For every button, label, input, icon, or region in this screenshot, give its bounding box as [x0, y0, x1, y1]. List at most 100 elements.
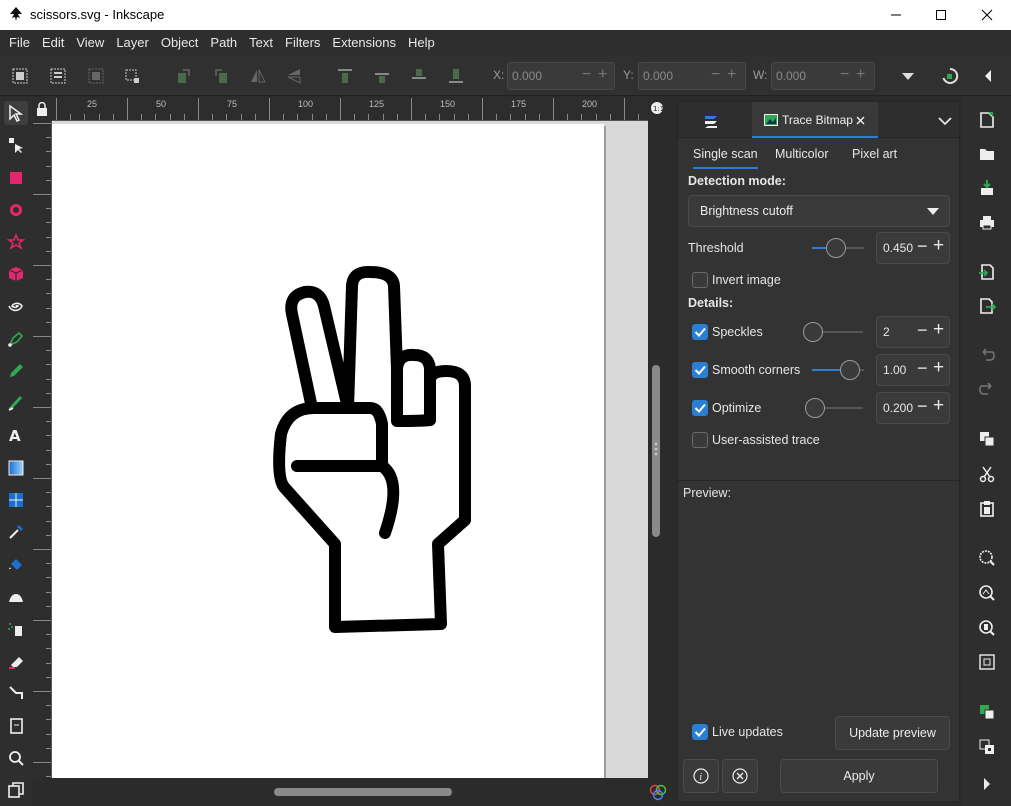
- rotate-cw-button[interactable]: [209, 64, 233, 88]
- x-decrement-icon[interactable]: −: [582, 66, 591, 84]
- maximize-button[interactable]: [918, 0, 964, 30]
- smooth-corners-spin[interactable]: 1.00 − +: [876, 354, 950, 386]
- apply-button[interactable]: Apply: [780, 759, 938, 793]
- w-increment-icon[interactable]: +: [856, 66, 865, 84]
- cut-button[interactable]: [976, 463, 998, 485]
- lower-to-bottom-button[interactable]: [444, 64, 468, 88]
- zoom-tool[interactable]: [4, 746, 28, 770]
- undo-button[interactable]: [976, 344, 998, 366]
- menu-extensions[interactable]: Extensions: [326, 30, 402, 56]
- menu-filters[interactable]: Filters: [279, 30, 326, 56]
- canvas[interactable]: [52, 121, 648, 778]
- import-button[interactable]: [976, 261, 998, 283]
- info-button[interactable]: i: [683, 759, 719, 793]
- invert-selection-button[interactable]: [84, 64, 108, 88]
- zoom-drawing-button[interactable]: [976, 582, 998, 604]
- y-decrement-icon[interactable]: −: [711, 66, 720, 84]
- threshold-spin[interactable]: 0.450 − +: [876, 232, 950, 264]
- spiral-tool[interactable]: [4, 294, 28, 318]
- smooth-corners-checkbox[interactable]: [692, 362, 708, 378]
- menu-layer[interactable]: Layer: [110, 30, 155, 56]
- gradient-tool[interactable]: [4, 456, 28, 480]
- zoom-page-width-button[interactable]: [976, 651, 998, 673]
- x-increment-icon[interactable]: +: [598, 66, 607, 84]
- color-management-icon[interactable]: [649, 783, 667, 801]
- tab-trace-bitmap[interactable]: Trace Bitmap: [752, 102, 878, 138]
- horizontal-scroll-thumb[interactable]: [274, 788, 452, 796]
- deselect-button[interactable]: [120, 64, 144, 88]
- close-tab-icon[interactable]: [856, 116, 865, 125]
- select-all-layers-button[interactable]: [46, 64, 70, 88]
- more-commands-button[interactable]: [976, 773, 998, 795]
- tab-multicolor[interactable]: Multicolor: [775, 147, 829, 167]
- zoom-selection-button[interactable]: [976, 547, 998, 569]
- increment-icon[interactable]: +: [933, 357, 944, 379]
- raise-button[interactable]: [370, 64, 394, 88]
- increment-icon[interactable]: +: [933, 319, 944, 341]
- speckles-spin[interactable]: 2 − +: [876, 316, 950, 348]
- menu-view[interactable]: View: [70, 30, 110, 56]
- more-controls-button[interactable]: [896, 64, 920, 88]
- snap-popover-button[interactable]: [976, 64, 1000, 88]
- connector-tool[interactable]: [4, 681, 28, 705]
- smooth-corners-slider[interactable]: [812, 358, 864, 382]
- 3d-box-tool[interactable]: [4, 262, 28, 286]
- vertical-scrollbar[interactable]: 1:1: [648, 97, 666, 778]
- measure-tool[interactable]: [4, 778, 28, 802]
- user-assisted-checkbox[interactable]: [692, 432, 708, 448]
- live-updates-checkbox[interactable]: [692, 724, 708, 740]
- cancel-button[interactable]: [722, 759, 758, 793]
- decrement-icon[interactable]: −: [917, 236, 928, 257]
- w-decrement-icon[interactable]: −: [840, 66, 849, 84]
- menu-text[interactable]: Text: [243, 30, 279, 56]
- optimize-spin[interactable]: 0.200 − +: [876, 392, 950, 424]
- flip-horizontal-button[interactable]: [246, 64, 270, 88]
- update-preview-button[interactable]: Update preview: [835, 716, 950, 750]
- tab-pixel-art[interactable]: Pixel art: [852, 147, 897, 167]
- paint-bucket-tool[interactable]: [4, 552, 28, 576]
- text-tool[interactable]: A: [4, 423, 28, 447]
- menu-edit[interactable]: Edit: [36, 30, 70, 56]
- zoom-correction-icon[interactable]: 1:1: [650, 101, 664, 115]
- threshold-slider[interactable]: [812, 236, 864, 260]
- save-button[interactable]: [976, 177, 998, 199]
- rotate-ccw-button[interactable]: [172, 64, 196, 88]
- pages-tool[interactable]: [4, 714, 28, 738]
- spray-tool[interactable]: [4, 617, 28, 641]
- rectangle-tool[interactable]: [4, 166, 28, 190]
- raise-to-top-button[interactable]: [333, 64, 357, 88]
- optimize-slider[interactable]: [805, 396, 863, 420]
- menu-object[interactable]: Object: [155, 30, 205, 56]
- print-button[interactable]: [976, 211, 998, 233]
- invert-image-checkbox[interactable]: [692, 272, 708, 288]
- paste-button[interactable]: [976, 498, 998, 520]
- ungroup-button[interactable]: [976, 736, 998, 758]
- increment-icon[interactable]: +: [933, 395, 944, 417]
- mesh-tool[interactable]: [4, 488, 28, 512]
- select-all-button[interactable]: [8, 64, 32, 88]
- menu-path[interactable]: Path: [204, 30, 243, 56]
- y-increment-icon[interactable]: +: [727, 66, 736, 84]
- speckles-checkbox[interactable]: [692, 324, 708, 340]
- decrement-icon[interactable]: −: [917, 320, 928, 341]
- menu-help[interactable]: Help: [402, 30, 441, 56]
- tweak-tool[interactable]: [4, 585, 28, 609]
- selector-tool[interactable]: [4, 101, 28, 125]
- decrement-icon[interactable]: −: [917, 358, 928, 379]
- optimize-checkbox[interactable]: [692, 400, 708, 416]
- dock-menu-button[interactable]: [932, 112, 958, 130]
- align-stack-icon[interactable]: [702, 112, 720, 130]
- group-button[interactable]: [976, 701, 998, 723]
- horizontal-scrollbar[interactable]: [52, 778, 648, 806]
- horizontal-ruler[interactable]: 25 50 75 100 125 150 175 200: [52, 97, 648, 121]
- decrement-icon[interactable]: −: [917, 396, 928, 417]
- snap-toggle-button[interactable]: [938, 64, 962, 88]
- dropper-tool[interactable]: [4, 520, 28, 544]
- zoom-page-button[interactable]: [976, 617, 998, 639]
- flip-vertical-button[interactable]: [282, 64, 306, 88]
- tab-single-scan[interactable]: Single scan: [693, 147, 758, 169]
- export-button[interactable]: [976, 295, 998, 317]
- pen-tool[interactable]: [4, 327, 28, 351]
- minimize-button[interactable]: [873, 0, 919, 30]
- lower-button[interactable]: [407, 64, 431, 88]
